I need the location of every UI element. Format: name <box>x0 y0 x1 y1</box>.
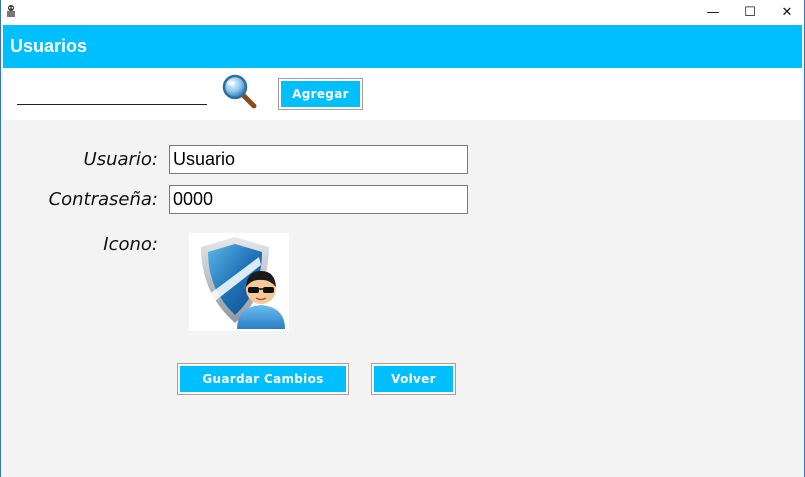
app-window: — ☐ ✕ Usuarios Agregar Usuario: Contrase… <box>0 0 805 477</box>
usuario-label: Usuario: <box>83 149 158 170</box>
save-changes-button[interactable]: Guardar Cambios <box>177 363 349 395</box>
app-icon <box>7 5 15 17</box>
page-title: Usuarios <box>10 36 88 56</box>
shield-user-icon[interactable] <box>189 233 289 331</box>
search-input[interactable] <box>17 86 207 105</box>
search-icon[interactable] <box>221 73 259 111</box>
add-button[interactable]: Agregar <box>278 78 363 110</box>
password-field[interactable] <box>169 185 468 214</box>
password-label: Contraseña: <box>48 189 158 210</box>
close-button[interactable]: ✕ <box>768 0 805 24</box>
back-button[interactable]: Volver <box>371 363 456 395</box>
usuario-field[interactable] <box>169 145 468 174</box>
minimize-button[interactable]: — <box>694 0 732 24</box>
page-header: Usuarios <box>3 25 802 68</box>
icon-label: Icono: <box>103 234 158 255</box>
window-titlebar: — ☐ ✕ <box>1 0 804 25</box>
maximize-button[interactable]: ☐ <box>731 0 769 24</box>
